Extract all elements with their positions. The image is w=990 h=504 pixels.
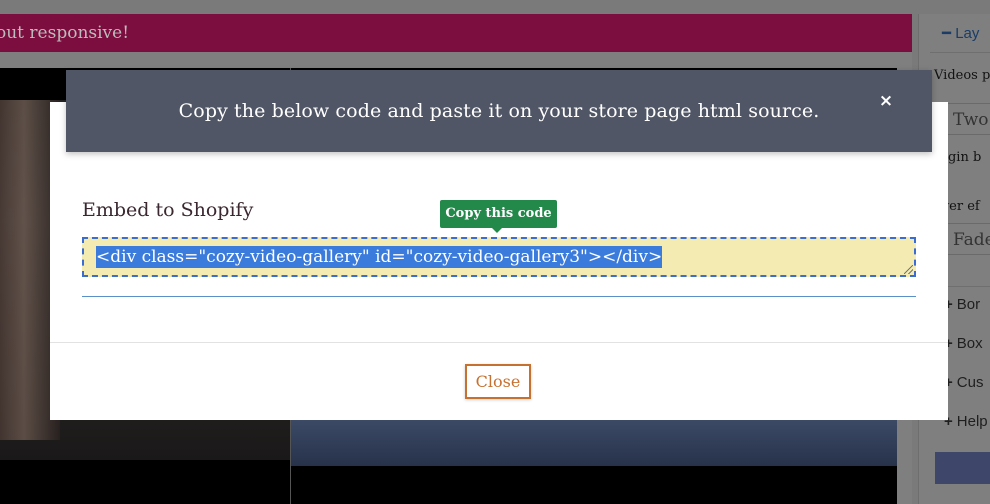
modal-header: Copy the below code and paste it on your… (66, 70, 932, 152)
border-section-header[interactable]: + Bor (944, 296, 980, 313)
hover-effect-select[interactable]: Fade (946, 223, 990, 255)
field-underline (82, 296, 916, 297)
videos-per-row-select[interactable]: Two (946, 103, 990, 135)
help-section-header[interactable]: + Help (944, 413, 988, 430)
video-thumbnail-right[interactable] (291, 420, 897, 466)
banner-text: out responsive! (0, 23, 130, 43)
collapse-icon: ━ (942, 25, 956, 42)
responsive-banner: out responsive! (0, 14, 912, 52)
modal-footer-divider (50, 342, 948, 343)
copy-code-tooltip: Copy this code (440, 200, 557, 233)
embed-to-shopify-label: Embed to Shopify (82, 199, 254, 221)
top-bar (0, 0, 990, 14)
selected-code-text: <div class="cozy-video-gallery" id="cozy… (96, 246, 663, 268)
sidebar-divider (930, 52, 990, 53)
modal-title: Copy the below code and paste it on your… (178, 100, 820, 122)
resize-handle[interactable] (904, 265, 913, 274)
close-icon[interactable]: × (878, 92, 894, 110)
layout-section-header[interactable]: ━ Lay (942, 24, 979, 42)
save-button[interactable] (935, 452, 990, 484)
videos-per-row-label: Videos p (934, 68, 990, 83)
box-section-header[interactable]: + Box (944, 335, 983, 352)
custom-section-header[interactable]: + Cus (944, 374, 983, 391)
close-button[interactable]: Close (465, 364, 531, 399)
embed-code-textarea[interactable]: <div class="cozy-video-gallery" id="cozy… (82, 237, 916, 277)
